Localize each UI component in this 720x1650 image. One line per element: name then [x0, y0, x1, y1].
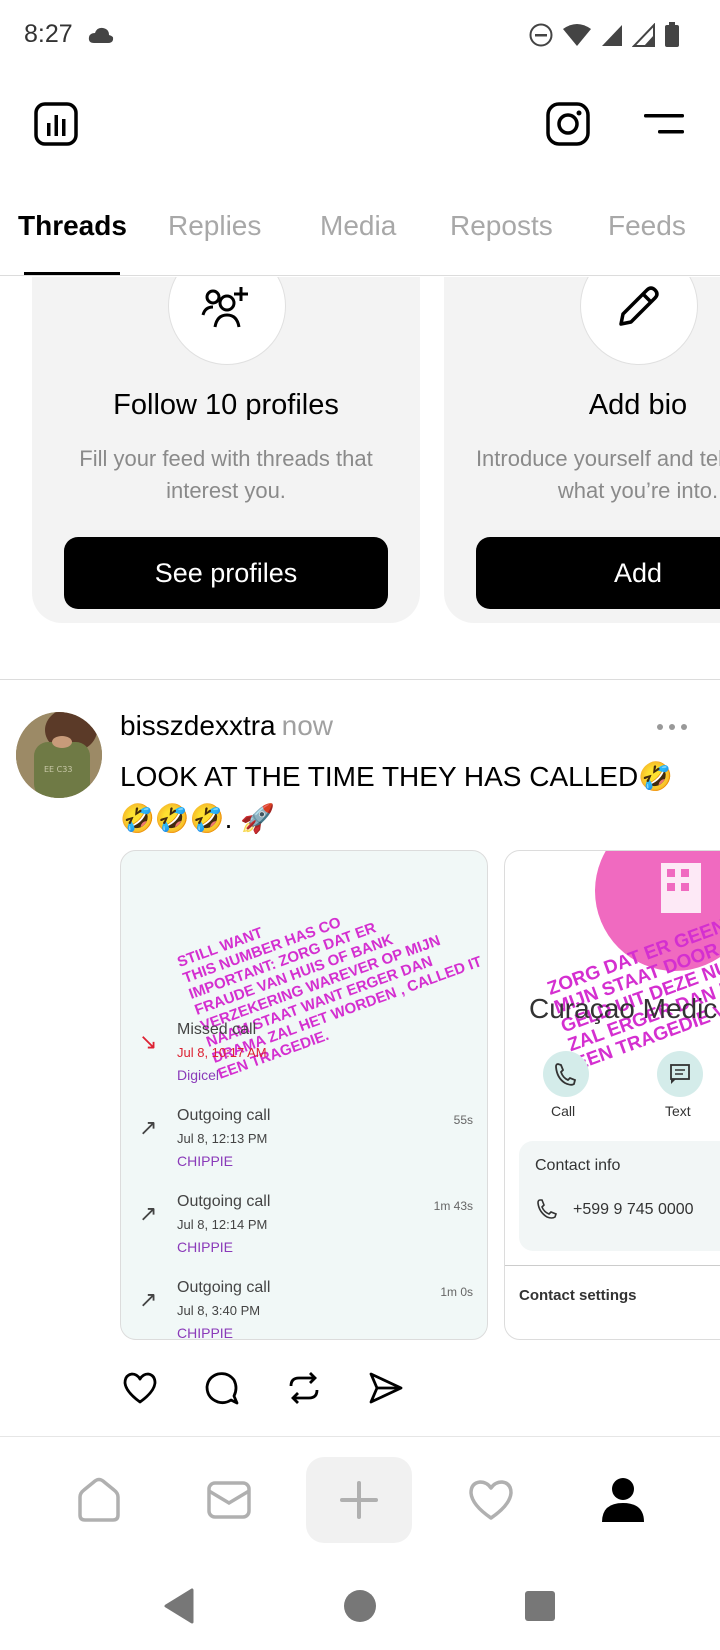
bottom-nav	[0, 1436, 720, 1566]
active-tab-indicator	[24, 272, 120, 275]
post-image-call-log[interactable]: STILL WANT THIS NUMBER HAS CO IMPORTANT: Z…	[120, 850, 488, 1340]
building-icon	[655, 855, 715, 915]
profile-icon[interactable]	[570, 1457, 676, 1543]
activity-heart-icon[interactable]	[438, 1457, 544, 1543]
call-type: Missed call	[177, 1021, 257, 1038]
avatar[interactable]: EE C33	[16, 712, 102, 798]
call-log-row: ↘ Missed call Jul 8, 10:17 AM Digicel	[121, 1021, 487, 1111]
profile-tabs: Threads Replies Media Reposts Feeds	[0, 196, 720, 276]
post-text-line-1: LOOK AT THE TIME THEY HAS CALLED🤣	[120, 761, 674, 792]
post-text-line-2: 🤣🤣🤣. 🚀	[120, 803, 276, 834]
onboarding-cards: Follow 10 profiles Fill your feed with t…	[0, 277, 720, 647]
post-image-contact[interactable]: ZORG DAT ER GEEN FRAMIJN STAAT DOOR WIEG…	[504, 850, 720, 1340]
back-icon[interactable]	[158, 1584, 202, 1628]
system-nav-bar	[0, 1566, 720, 1650]
phone-icon	[537, 1199, 557, 1219]
tab-media[interactable]: Media	[320, 210, 396, 242]
contact-phone: +599 9 745 0000	[573, 1201, 694, 1218]
card-title: Follow 10 profiles	[113, 389, 339, 421]
card-description: Introduce yourself and tell people what …	[475, 446, 720, 503]
missed-call-icon: ↘	[139, 1029, 158, 1054]
card-description: Fill your feed with threads that interes…	[79, 446, 373, 503]
tab-reposts[interactable]: Reposts	[450, 210, 553, 242]
tab-threads[interactable]: Threads	[18, 210, 127, 242]
more-options-icon[interactable]	[652, 712, 692, 742]
wifi-icon	[563, 24, 591, 46]
home-icon[interactable]	[46, 1457, 152, 1543]
pencil-icon	[580, 277, 698, 365]
outgoing-call-icon: ↗	[139, 1287, 158, 1312]
plus-icon[interactable]	[306, 1457, 412, 1543]
card-title: Add bio	[588, 389, 688, 421]
insights-icon[interactable]	[28, 96, 84, 152]
post-time: now	[281, 710, 333, 741]
call-type: Outgoing call	[177, 1279, 271, 1296]
cloud-icon	[88, 27, 114, 43]
contact-divider	[505, 1265, 720, 1266]
see-profiles-button[interactable]: See profiles	[64, 537, 388, 609]
home-button-icon[interactable]	[338, 1584, 382, 1628]
post-username[interactable]: bisszdexxtra	[120, 710, 276, 741]
call-duration: 55s	[453, 1113, 473, 1127]
tab-feeds[interactable]: Feeds	[608, 210, 686, 242]
call-name: CHIPPIE	[177, 1325, 234, 1340]
repost-icon[interactable]	[284, 1368, 324, 1408]
menu-icon[interactable]	[636, 96, 692, 152]
svg-text:EE C33: EE C33	[44, 765, 72, 774]
text-action-icon	[657, 1051, 703, 1097]
comment-icon[interactable]	[202, 1368, 242, 1408]
divider	[0, 679, 720, 680]
post-media-carousel[interactable]: STILL WANT THIS NUMBER HAS CO IMPORTANT: Z…	[120, 850, 720, 1340]
call-action-label: Call	[551, 1103, 576, 1119]
call-type: Outgoing call	[177, 1193, 271, 1210]
contact-info-box: Contact info +599 9 745 0000	[519, 1141, 720, 1251]
call-duration: 1m 0s	[440, 1285, 473, 1299]
header	[0, 96, 720, 152]
text-action-label: Text	[665, 1103, 691, 1119]
share-icon[interactable]	[366, 1368, 406, 1408]
post-header: bisszdexxtra now	[120, 710, 333, 742]
status-icons	[528, 22, 680, 48]
post-text: LOOK AT THE TIME THEY HAS CALLED🤣 🤣🤣🤣. 🚀	[120, 756, 680, 840]
contact-title: Curaçao Medic	[529, 993, 718, 1024]
battery-icon	[665, 22, 679, 47]
status-time: 8:27	[24, 20, 73, 48]
status-bar: 8:27	[0, 0, 720, 72]
call-date: Jul 8, 12:14 PM	[177, 1217, 268, 1232]
call-log-row: ↗ Outgoing call Jul 8, 3:40 PM CHIPPIE 1m 0s	[121, 1279, 487, 1340]
add-people-icon	[168, 277, 286, 365]
call-date: Jul 8, 12:13 PM	[177, 1131, 268, 1146]
call-duration: 1m 43s	[433, 1199, 473, 1213]
add-bio-button[interactable]: Add	[476, 537, 720, 609]
signal-icon	[602, 25, 622, 46]
call-name: CHIPPIE	[177, 1239, 234, 1255]
call-date: Jul 8, 10:17 AM	[177, 1045, 267, 1060]
call-log-row: ↗ Outgoing call Jul 8, 12:14 PM CHIPPIE 1m 4…	[121, 1193, 487, 1283]
call-log-row: ↗ Outgoing call Jul 8, 12:13 PM CHIPPIE 55s	[121, 1107, 487, 1197]
inbox-icon[interactable]	[176, 1457, 282, 1543]
follow-profiles-card: Follow 10 profiles Fill your feed with t…	[32, 277, 420, 623]
call-date: Jul 8, 3:40 PM	[177, 1303, 261, 1318]
heart-icon[interactable]	[120, 1368, 160, 1408]
contact-info-label: Contact info	[535, 1157, 621, 1174]
call-action-icon	[543, 1051, 589, 1097]
call-name: Digicel	[177, 1067, 220, 1083]
add-bio-card: Add bio Introduce yourself and tell peop…	[444, 277, 720, 623]
instagram-icon[interactable]	[540, 96, 596, 152]
outgoing-call-icon: ↗	[139, 1201, 158, 1226]
recents-icon[interactable]	[518, 1584, 562, 1628]
do-not-disturb-icon	[529, 23, 553, 47]
call-name: CHIPPIE	[177, 1153, 234, 1169]
contact-settings-label: Contact settings	[519, 1287, 637, 1304]
tab-replies[interactable]: Replies	[168, 210, 261, 242]
signal-icon-2	[632, 23, 655, 47]
call-type: Outgoing call	[177, 1107, 271, 1124]
outgoing-call-icon: ↗	[139, 1115, 158, 1140]
